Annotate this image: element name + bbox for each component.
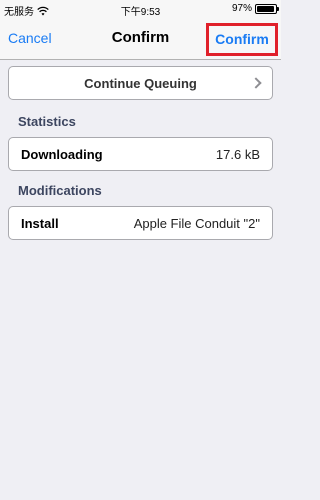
row-label: Install: [21, 216, 59, 231]
modifications-header: Modifications: [18, 183, 102, 198]
battery-percent: 97%: [231, 3, 252, 14]
confirm-button[interactable]: Confirm: [209, 26, 275, 53]
battery-fill: [257, 5, 275, 12]
confirm-highlight-box: Confirm: [206, 23, 278, 56]
continue-queuing-button[interactable]: Continue Queuing: [8, 66, 273, 100]
continue-queuing-label: Continue Queuing: [84, 76, 197, 91]
statistics-header: Statistics: [18, 114, 76, 129]
status-bar: 无服务 下午9:53 97%: [0, 0, 281, 20]
modifications-row-install: Install Apple File Conduit "2": [8, 206, 273, 240]
navigation-bar: Cancel Confirm Confirm: [0, 20, 281, 60]
row-value: Apple File Conduit "2": [133, 216, 260, 231]
cancel-button[interactable]: Cancel: [8, 30, 52, 46]
row-value: 17.6 kB: [215, 147, 260, 162]
statistics-row-downloading: Downloading 17.6 kB: [8, 137, 273, 171]
status-right: 97%: [231, 3, 279, 14]
row-label: Downloading: [21, 147, 103, 162]
battery-icon: [255, 3, 279, 14]
